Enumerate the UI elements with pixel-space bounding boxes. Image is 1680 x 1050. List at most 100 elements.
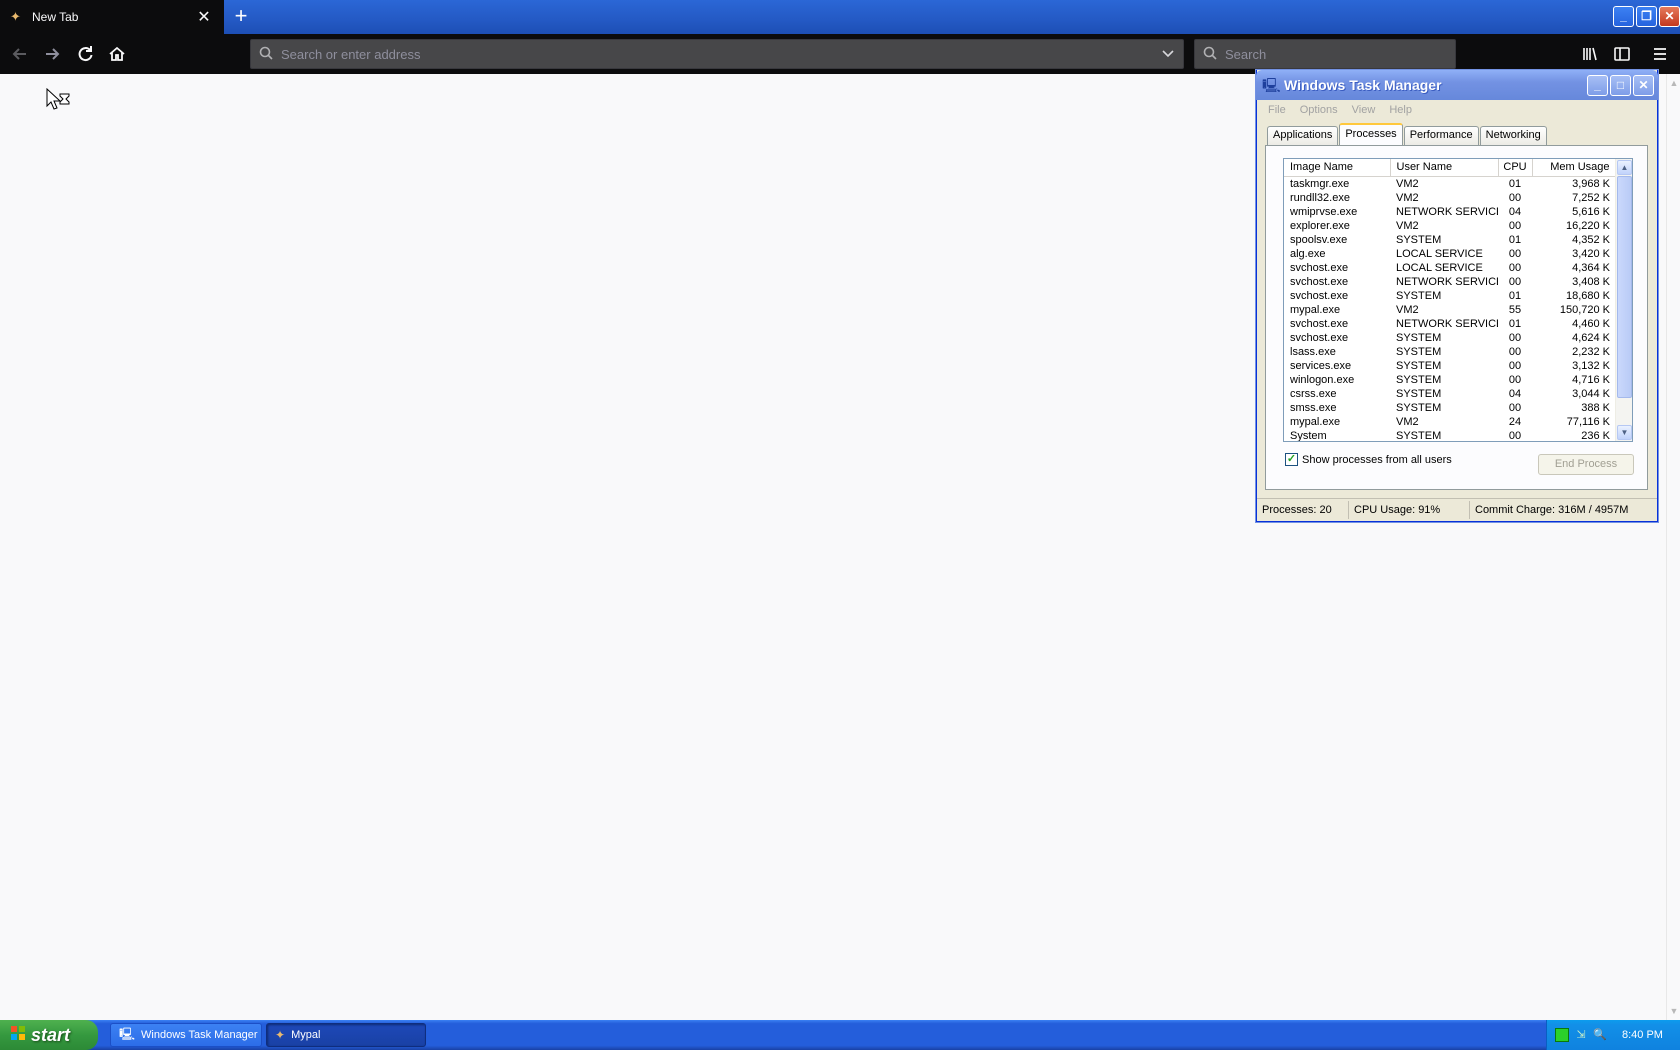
status-processes: Processes: 20	[1257, 500, 1349, 519]
scroll-up-icon[interactable]: ▲	[1667, 76, 1680, 90]
table-row[interactable]: System SYSTEM 00 236 K	[1284, 429, 1616, 442]
table-row[interactable]: svchost.exe NETWORK SERVICE 00 3,408 K	[1284, 275, 1616, 289]
reload-button[interactable]	[71, 40, 99, 68]
table-row[interactable]: winlogon.exe SYSTEM 00 4,716 K	[1284, 373, 1616, 387]
cell-mem: 4,352 K	[1572, 233, 1610, 246]
minimize-button[interactable]: _	[1613, 6, 1634, 27]
taskbar-item-mypal[interactable]: ✦ Mypal	[266, 1023, 426, 1047]
cell-name: rundll32.exe	[1290, 191, 1350, 204]
tab-processes[interactable]: Processes	[1339, 123, 1403, 145]
table-row[interactable]: lsass.exe SYSTEM 00 2,232 K	[1284, 345, 1616, 359]
cell-mem: 4,364 K	[1572, 261, 1610, 274]
scrollbar-thumb[interactable]	[1617, 176, 1632, 398]
table-row[interactable]: explorer.exe VM2 00 16,220 K	[1284, 219, 1616, 233]
task-manager-titlebar[interactable]: 🖳 Windows Task Manager _ □ ✕	[1256, 70, 1658, 100]
search-icon	[1195, 46, 1225, 63]
page-scrollbar[interactable]: ▲ ▼	[1666, 74, 1680, 1020]
new-tab-button[interactable]: +	[228, 4, 254, 30]
tm-menubar: File Options View Help	[1257, 100, 1657, 120]
cell-name: System	[1290, 429, 1327, 442]
menu-help[interactable]: Help	[1382, 104, 1419, 116]
column-image-name[interactable]: Image Name	[1284, 159, 1391, 177]
restore-button[interactable]: ❐	[1636, 6, 1657, 27]
cell-user: SYSTEM	[1396, 401, 1442, 414]
cell-name: services.exe	[1290, 359, 1352, 372]
safely-remove-icon[interactable]: ⇲	[1574, 1028, 1588, 1042]
navigation-toolbar	[0, 34, 1680, 74]
tm-maximize-button[interactable]: □	[1610, 74, 1631, 96]
cell-name: mypal.exe	[1290, 303, 1341, 316]
table-row[interactable]: smss.exe SYSTEM 00 388 K	[1284, 401, 1616, 415]
tab-applications[interactable]: Applications	[1267, 126, 1339, 145]
column-user-name[interactable]: User Name	[1390, 159, 1499, 177]
cell-mem: 16,220 K	[1565, 219, 1610, 232]
close-window-button[interactable]: ✕	[1659, 6, 1680, 27]
table-row[interactable]: alg.exe LOCAL SERVICE 00 3,420 K	[1284, 247, 1616, 261]
table-row[interactable]: wmiprvse.exe NETWORK SERVICE 04 5,616 K	[1284, 205, 1616, 219]
status-commit-charge: Commit Charge: 316M / 4957M	[1475, 503, 1629, 516]
checkbox-checked-icon[interactable]: ✓	[1285, 453, 1298, 466]
cell-user: LOCAL SERVICE	[1396, 261, 1483, 274]
taskbar: start 🖳 Windows Task Manager ✦ Mypal ⇲ 🔍…	[0, 1020, 1680, 1050]
tab-new-tab[interactable]: ✦ New Tab ✕	[0, 0, 224, 34]
table-row[interactable]: mypal.exe VM2 24 77,116 K	[1284, 415, 1616, 429]
search-bar[interactable]	[1194, 39, 1456, 69]
home-button[interactable]	[103, 40, 131, 68]
scroll-down-icon[interactable]: ▼	[1667, 1004, 1680, 1018]
cell-mem: 3,408 K	[1572, 275, 1610, 288]
menu-file[interactable]: File	[1261, 104, 1293, 116]
cell-user: VM2	[1396, 303, 1419, 316]
cell-user: SYSTEM	[1396, 373, 1442, 386]
scroll-up-icon[interactable]: ▲	[1617, 160, 1632, 175]
taskbar-item-task-manager[interactable]: 🖳 Windows Task Manager	[110, 1023, 262, 1047]
table-row[interactable]: services.exe SYSTEM 00 3,132 K	[1284, 359, 1616, 373]
url-bar[interactable]	[250, 39, 1184, 69]
mypal-icon: ✦	[275, 1028, 286, 1042]
chevron-down-icon[interactable]	[1153, 47, 1183, 61]
network-status-icon[interactable]	[1555, 1028, 1569, 1042]
search-icon[interactable]: 🔍	[1593, 1028, 1607, 1042]
forward-button[interactable]	[38, 40, 66, 68]
column-cpu[interactable]: CPU	[1498, 159, 1533, 177]
table-row[interactable]: csrss.exe SYSTEM 04 3,044 K	[1284, 387, 1616, 401]
table-row[interactable]: rundll32.exe VM2 00 7,252 K	[1284, 191, 1616, 205]
cell-mem: 7,252 K	[1572, 191, 1610, 204]
table-row[interactable]: svchost.exe NETWORK SERVICE 01 4,460 K	[1284, 317, 1616, 331]
cell-cpu: 00	[1508, 191, 1522, 204]
start-button[interactable]: start	[0, 1020, 98, 1050]
menu-view[interactable]: View	[1345, 104, 1383, 116]
tab-networking[interactable]: Networking	[1479, 126, 1547, 145]
search-input[interactable]	[1225, 46, 1455, 62]
table-row[interactable]: spoolsv.exe SYSTEM 01 4,352 K	[1284, 233, 1616, 247]
end-process-button[interactable]: End Process	[1538, 454, 1634, 475]
cell-cpu: 01	[1508, 177, 1522, 190]
table-row[interactable]: svchost.exe SYSTEM 00 4,624 K	[1284, 331, 1616, 345]
cell-mem: 3,132 K	[1572, 359, 1610, 372]
process-list-scrollbar[interactable]: ▲ ▼	[1615, 159, 1632, 441]
cell-user: VM2	[1396, 415, 1419, 428]
table-row[interactable]: svchost.exe SYSTEM 01 18,680 K	[1284, 289, 1616, 303]
table-row[interactable]: mypal.exe VM2 55 150,720 K	[1284, 303, 1616, 317]
scroll-down-icon[interactable]: ▼	[1617, 425, 1632, 440]
table-row[interactable]: taskmgr.exe VM2 01 3,968 K	[1284, 176, 1616, 191]
tab-performance[interactable]: Performance	[1403, 126, 1479, 145]
search-icon	[251, 46, 281, 63]
show-all-users-checkbox[interactable]: ✓ Show processes from all users	[1285, 453, 1452, 466]
close-tab-icon[interactable]: ✕	[192, 5, 216, 29]
process-list[interactable]: Image Name User Name CPU Mem Usage taskm…	[1283, 158, 1633, 442]
tm-tabs: Applications Processes Performance Netwo…	[1267, 123, 1548, 145]
tm-close-button[interactable]: ✕	[1633, 74, 1654, 96]
cell-user: NETWORK SERVICE	[1396, 317, 1498, 330]
sidebar-button[interactable]	[1608, 40, 1636, 68]
tm-minimize-button[interactable]: _	[1587, 74, 1608, 96]
cell-name: svchost.exe	[1290, 289, 1349, 302]
library-button[interactable]	[1576, 40, 1604, 68]
table-row[interactable]: svchost.exe LOCAL SERVICE 00 4,364 K	[1284, 261, 1616, 275]
column-mem-usage[interactable]: Mem Usage	[1532, 159, 1617, 177]
menu-options[interactable]: Options	[1293, 104, 1345, 116]
menu-button[interactable]	[1646, 40, 1674, 68]
cell-mem: 4,624 K	[1572, 331, 1610, 344]
back-button[interactable]	[6, 40, 34, 68]
url-input[interactable]	[281, 46, 1153, 62]
cell-name: svchost.exe	[1290, 317, 1349, 330]
